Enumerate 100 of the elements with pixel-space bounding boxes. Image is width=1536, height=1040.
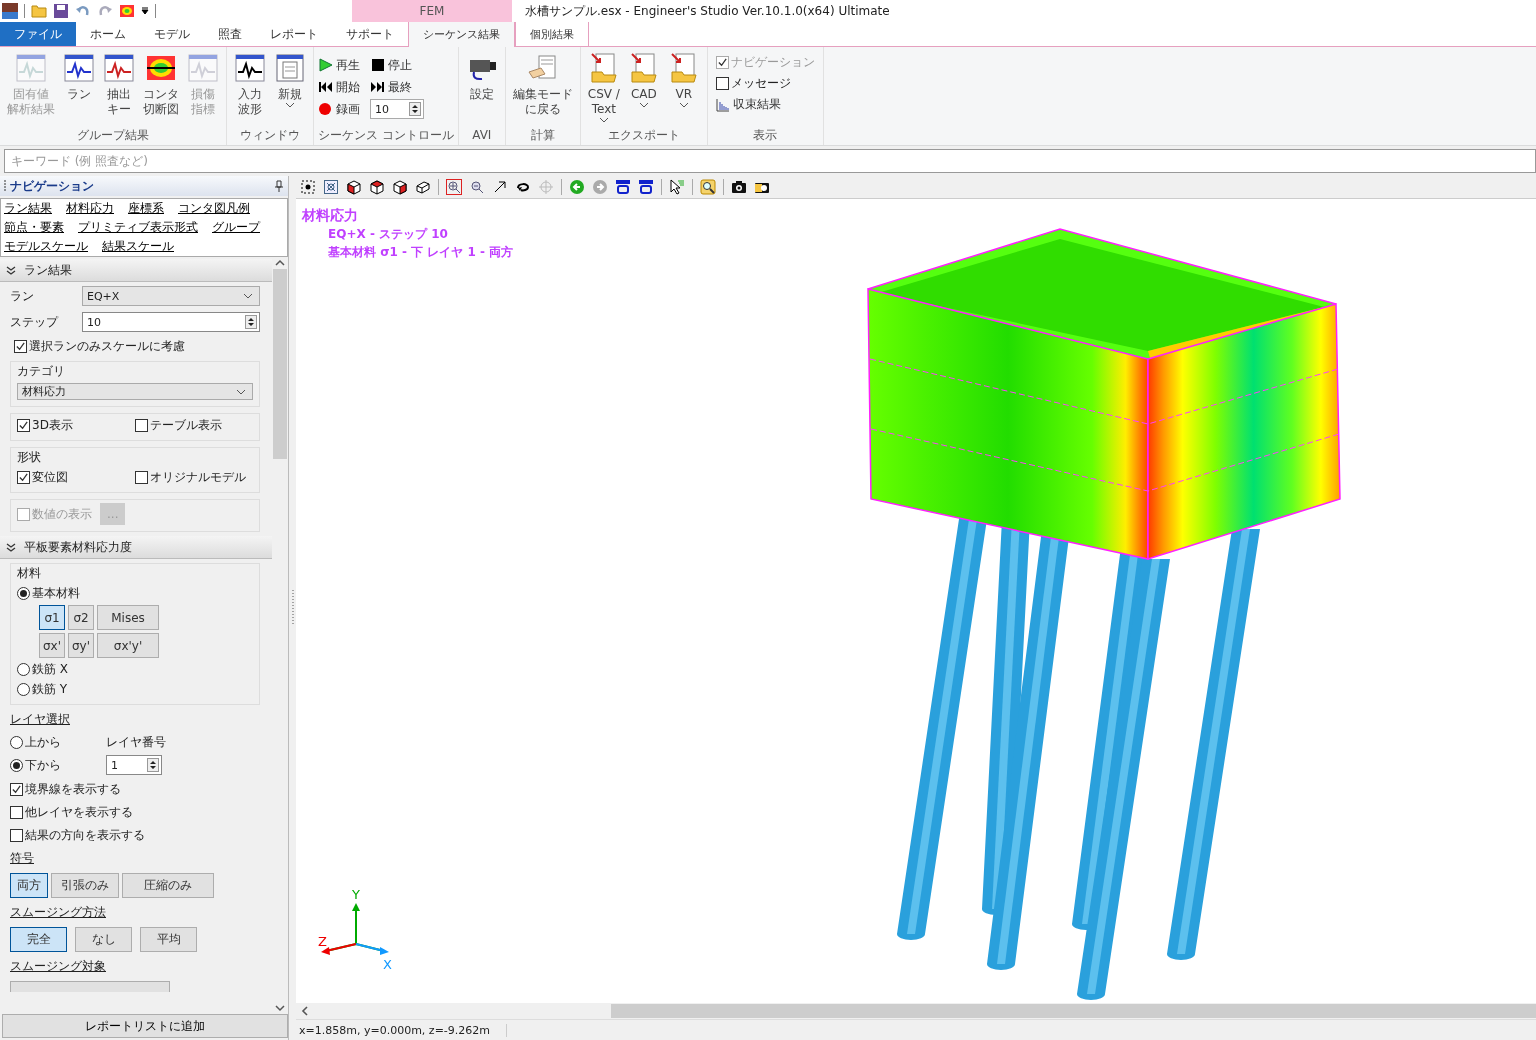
spin-arrows-icon[interactable] [409,102,421,116]
stress-component-button[interactable]: σx' [39,633,65,658]
navigation-link[interactable]: グループ [212,219,260,236]
ribbon-tab[interactable]: 個別結果 [515,22,589,46]
navigation-link[interactable]: 材料応力 [66,200,114,217]
checkbox[interactable] [17,419,30,432]
scroll-thumb[interactable] [273,269,287,459]
ribbon-button[interactable]: ラン [60,50,98,127]
navigation-link[interactable]: コンタ図凡例 [178,200,250,217]
ribbon-button[interactable]: 再生 [318,56,360,74]
spin-arrows-icon[interactable] [147,758,159,772]
ribbon-button[interactable]: 入力 波形 [231,50,269,127]
radio-button[interactable] [17,683,30,696]
ribbon-button[interactable]: 最終 [370,78,424,96]
checkbox[interactable] [135,471,148,484]
splitter-grip-icon[interactable] [291,590,294,626]
smoothing-option-button[interactable]: なし [75,927,132,952]
navigation-link[interactable]: 座標系 [128,200,164,217]
customize-caret-icon[interactable] [141,7,149,15]
zoom-window-icon[interactable] [446,179,462,195]
cube-icon[interactable] [346,179,362,195]
radio-label[interactable]: 鉄筋 Y [32,681,68,698]
stress-component-button[interactable]: σy' [68,633,94,658]
checkbox-label[interactable]: 変位図 [32,469,68,486]
checkbox-label[interactable]: 結果の方向を表示する [25,827,145,844]
checkbox-label[interactable]: 3D表示 [32,417,73,434]
smoothing-option-button[interactable]: 平均 [140,927,197,952]
checkbox[interactable] [715,77,729,90]
chevron-icon[interactable] [6,542,16,552]
pin-icon[interactable] [274,180,284,192]
scroll-thumb[interactable] [611,1004,1536,1018]
navigation-link[interactable]: プリミティブ表示形式 [78,219,198,236]
step-spin-field[interactable]: 10 [82,312,260,332]
ribbon-tab[interactable]: ホーム [76,22,140,46]
ribbon-button[interactable]: 収束結果 [715,96,815,113]
scroll-down-icon[interactable] [275,1004,285,1012]
ribbon-button[interactable]: CAD [624,50,663,127]
checkbox-label[interactable]: テーブル表示 [150,417,222,434]
stress-component-button[interactable]: Mises [97,605,159,630]
stress-component-button[interactable]: σx'y' [97,633,159,658]
ribbon-button[interactable]: 抽出 キー [100,50,138,127]
section-title[interactable]: ラン結果 [24,261,72,279]
camera-icon[interactable] [731,179,747,195]
ribbon-button[interactable]: 設定 [462,50,501,127]
add-to-report-button[interactable]: レポートリストに追加 [2,1014,288,1038]
smoothing-option-button[interactable]: 完全 [10,927,67,952]
ribbon-tab[interactable]: シーケンス結果 [408,22,515,47]
fit-view-icon[interactable] [323,179,339,195]
cube-icon[interactable] [392,179,408,195]
save-icon[interactable] [53,3,69,19]
checkbox-label[interactable]: メッセージ [730,75,791,92]
checkbox-label[interactable]: 選択ランのみスケールに考慮 [29,338,185,355]
stress-component-button[interactable]: σ1 [39,605,65,630]
navigation-link[interactable]: モデルスケール [4,238,88,255]
stress-component-button[interactable]: σ2 [68,605,94,630]
box-outline-icon[interactable] [415,179,431,195]
contour-icon[interactable] [119,3,135,19]
ribbon-button[interactable]: コンタ 切断図 [140,50,182,127]
checkbox[interactable] [135,419,148,432]
info-icon[interactable] [638,179,654,195]
cube-icon[interactable] [369,179,385,195]
checkbox[interactable] [10,806,23,819]
ribbon-tab[interactable]: サポート [332,22,408,46]
layer-spin-field[interactable]: 1 [106,755,162,775]
keyword-search-field[interactable]: キーワード (例 照査など) [4,149,1536,173]
horizontal-scrollbar[interactable] [296,1003,1536,1019]
radio-button[interactable] [17,587,30,600]
zoom-out-icon[interactable] [469,179,485,195]
checkbox[interactable] [17,471,30,484]
ribbon-tab[interactable]: 照査 [204,22,256,46]
run-dropdown[interactable]: EQ+X [82,286,260,306]
navigation-link[interactable]: 結果スケール [102,238,174,255]
navigation-link[interactable]: ラン結果 [4,200,52,217]
ribbon-button[interactable]: 停止 [370,56,424,74]
ribbon-button[interactable]: 編集モード に戻る [509,50,576,127]
chevron-icon[interactable] [6,265,16,275]
radio-label[interactable]: 上から [25,734,61,751]
checkbox[interactable] [14,340,27,353]
radio-button[interactable] [17,663,30,676]
checkbox[interactable] [10,783,23,796]
select-all-icon[interactable] [300,179,316,195]
checkbox[interactable] [10,829,23,842]
diagonal-arrow-icon[interactable] [492,179,508,195]
speed-spin-field[interactable]: 10 [370,99,424,119]
ribbon-button[interactable]: 録画 [318,100,360,118]
ribbon-tab[interactable]: モデル [140,22,204,46]
scroll-left-icon[interactable] [299,1006,311,1016]
sign-option-button[interactable]: 圧縮のみ [122,873,214,898]
navigation-link[interactable]: 節点・要素 [4,219,64,236]
ribbon-button[interactable]: CSV / Text [584,50,623,127]
ribbon-tab[interactable]: ファイル [0,22,76,46]
vertical-scrollbar[interactable] [272,259,288,1012]
checkbox-label[interactable]: オリジナルモデル [150,469,246,486]
radio-label[interactable]: 基本材料 [32,585,80,602]
ribbon-tab[interactable]: レポート [256,22,332,46]
spin-arrows-icon[interactable] [245,315,257,329]
pointer-icon[interactable] [669,179,685,195]
checkbox-label[interactable]: 境界線を表示する [25,781,121,798]
screenshot-icon[interactable] [615,179,631,195]
sign-option-button[interactable]: 両方 [10,873,48,898]
